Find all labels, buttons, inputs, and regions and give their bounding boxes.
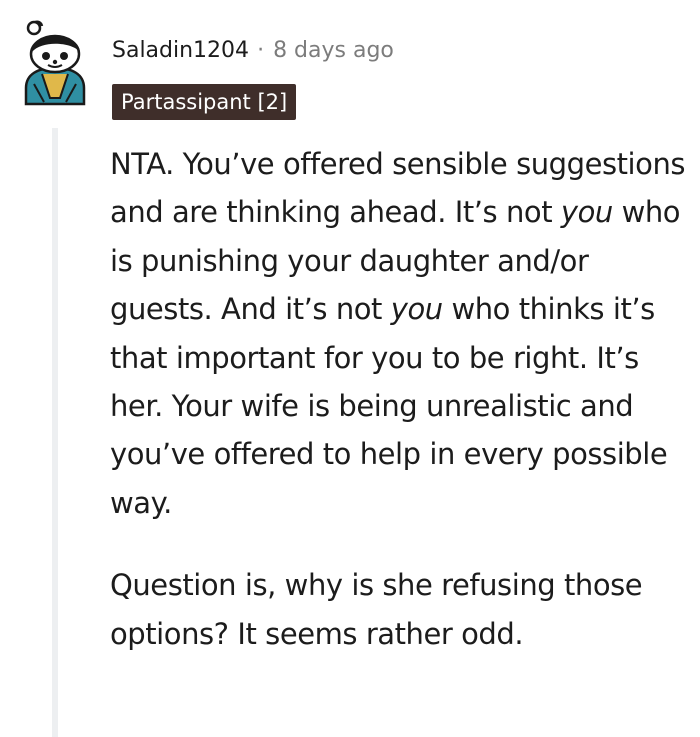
comment-meta: Saladin1204 · 8 days ago: [112, 33, 394, 67]
comment-body: NTA. You’ve offered sensible suggestions…: [110, 140, 698, 658]
meta-separator: ·: [257, 37, 265, 63]
paragraph-text: who thinks it’s that important for you t…: [110, 292, 668, 520]
emphasis-text: you: [390, 292, 443, 327]
username-link[interactable]: Saladin1204: [112, 38, 249, 63]
user-flair: Partassipant [2]: [112, 84, 297, 120]
paragraph-text: Question is, why is she refusing those o…: [110, 568, 643, 651]
thread-line[interactable]: [52, 128, 58, 737]
emphasis-text: you: [560, 195, 613, 230]
timestamp-link[interactable]: 8 days ago: [273, 38, 394, 63]
comment: Saladin1204 · 8 days ago Partassipant [2…: [0, 0, 700, 737]
comment-paragraph: NTA. You’ve offered sensible suggestions…: [110, 140, 698, 527]
comment-paragraph: Question is, why is she refusing those o…: [110, 561, 698, 658]
snoo-avatar-icon[interactable]: [20, 18, 90, 110]
